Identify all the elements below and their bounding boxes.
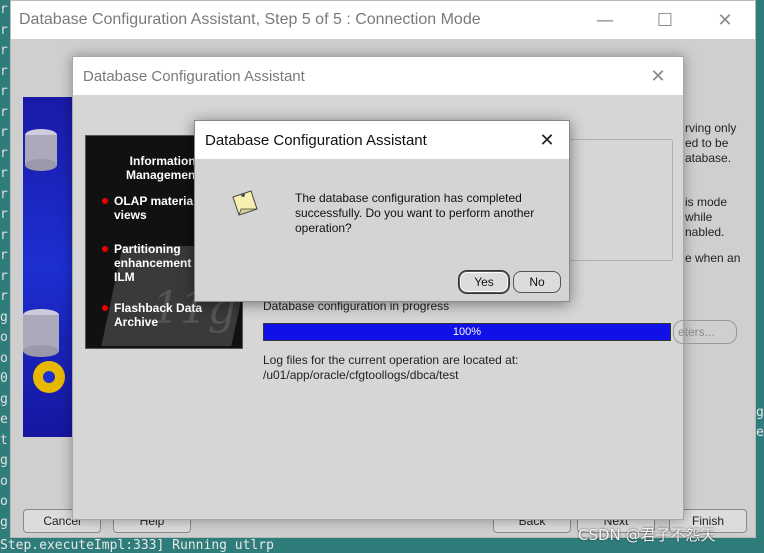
promo-feature-line: OLAP materia	[114, 194, 194, 208]
promo-feature-line: enhancement	[114, 256, 192, 270]
close-icon[interactable]: ✕	[695, 1, 755, 39]
progress-bar: 100%	[263, 323, 671, 341]
terminal-char: g	[0, 514, 8, 530]
confirmation-title: Database Configuration Assistant	[205, 131, 427, 149]
terminal-char: g	[0, 309, 8, 325]
promo-title-line: Information	[129, 154, 196, 168]
connection-mode-text: is mode	[685, 195, 728, 209]
promo-feature-item: Partitioning enhancement ILM	[102, 242, 192, 284]
promo-feature-line: Flashback Data	[114, 301, 203, 315]
main-titlebar: Database Configuration Assistant, Step 5…	[11, 1, 755, 39]
connection-mode-text: while	[685, 210, 713, 224]
parameters-button[interactable]: eters...	[673, 320, 737, 344]
terminal-char: g	[0, 391, 8, 407]
database-cylinders-icon	[23, 129, 65, 393]
promo-feature-line: Partitioning	[114, 242, 181, 256]
watermark: CSDN @君子不怨天	[578, 526, 716, 544]
terminal-char: r	[0, 22, 8, 38]
bullet-icon	[102, 246, 108, 252]
terminal-char: r	[0, 207, 8, 222]
connection-mode-text: e when an	[685, 251, 741, 265]
bullet-icon	[102, 198, 108, 204]
minimize-icon[interactable]: —	[575, 1, 635, 39]
terminal-char: r	[0, 84, 8, 99]
terminal-char: t	[0, 432, 8, 448]
terminal-char: r	[0, 166, 8, 181]
terminal-char: e	[0, 412, 8, 427]
terminal-char: r	[0, 63, 8, 79]
terminal-char: r	[0, 43, 8, 58]
progress-percent-text: 100%	[452, 326, 482, 338]
connection-mode-text: nabled.	[685, 225, 725, 239]
promo-feature-item: OLAP materia views	[102, 194, 194, 222]
promo-feature-line: Archive	[114, 315, 159, 329]
log-location-path: /u01/app/oracle/cfgtoollogs/dbca/test	[263, 368, 459, 382]
no-button[interactable]: No	[513, 271, 561, 293]
terminal-char: r	[0, 104, 8, 120]
terminal-char: r	[0, 248, 8, 263]
terminal-char: r	[0, 268, 8, 284]
confirmation-titlebar: Database Configuration Assistant ✕	[195, 121, 569, 159]
connection-mode-text: rving only	[685, 121, 737, 135]
close-icon[interactable]: ✕	[525, 130, 569, 151]
terminal-right-char: g	[756, 405, 764, 420]
yes-button[interactable]: Yes	[459, 271, 509, 293]
confirmation-message: The database configuration has completed…	[295, 191, 535, 235]
main-window-title: Database Configuration Assistant, Step 5…	[19, 11, 481, 28]
connection-mode-text: ed to be	[685, 136, 729, 150]
note-icon	[232, 190, 258, 216]
promo-feature-line: ILM	[114, 270, 135, 284]
terminal-left-column: rrrrrrrrrrrrrrrgoo0getgoog	[0, 0, 10, 553]
terminal-char: r	[0, 145, 8, 161]
close-icon[interactable]: ✕	[633, 66, 683, 87]
promo-feature-item: Flashback Data Archive	[102, 301, 203, 329]
terminal-char: o	[0, 473, 8, 489]
terminal-bottom-line: Step.executeImpl:333] Running utlrp	[0, 538, 274, 553]
progress-dialog-title: Database Configuration Assistant	[83, 67, 305, 85]
log-location-label: Log files for the current operation are …	[263, 353, 519, 367]
terminal-char: r	[0, 227, 8, 243]
connection-mode-text: atabase.	[685, 151, 732, 165]
promo-feature-line: views	[114, 208, 147, 222]
terminal-char: o	[0, 350, 8, 366]
maximize-icon[interactable]: ☐	[635, 1, 695, 39]
terminal-char: g	[0, 453, 8, 468]
terminal-char: o	[0, 330, 8, 345]
promo-title-line: Management	[126, 168, 200, 182]
terminal-right-char: e	[756, 425, 764, 440]
confirmation-dialog: Database Configuration Assistant ✕ The d…	[194, 120, 570, 302]
terminal-char: 0	[0, 371, 8, 386]
terminal-char: o	[0, 494, 8, 509]
wizard-banner-image	[23, 97, 75, 437]
bullet-icon	[102, 305, 108, 311]
terminal-char: r	[0, 186, 8, 202]
progress-dialog-titlebar: Database Configuration Assistant ✕	[73, 57, 683, 95]
terminal-char: r	[0, 289, 8, 304]
terminal-char: r	[0, 125, 8, 140]
promo-title: Information Management	[126, 154, 199, 182]
terminal-char: r	[0, 2, 8, 17]
